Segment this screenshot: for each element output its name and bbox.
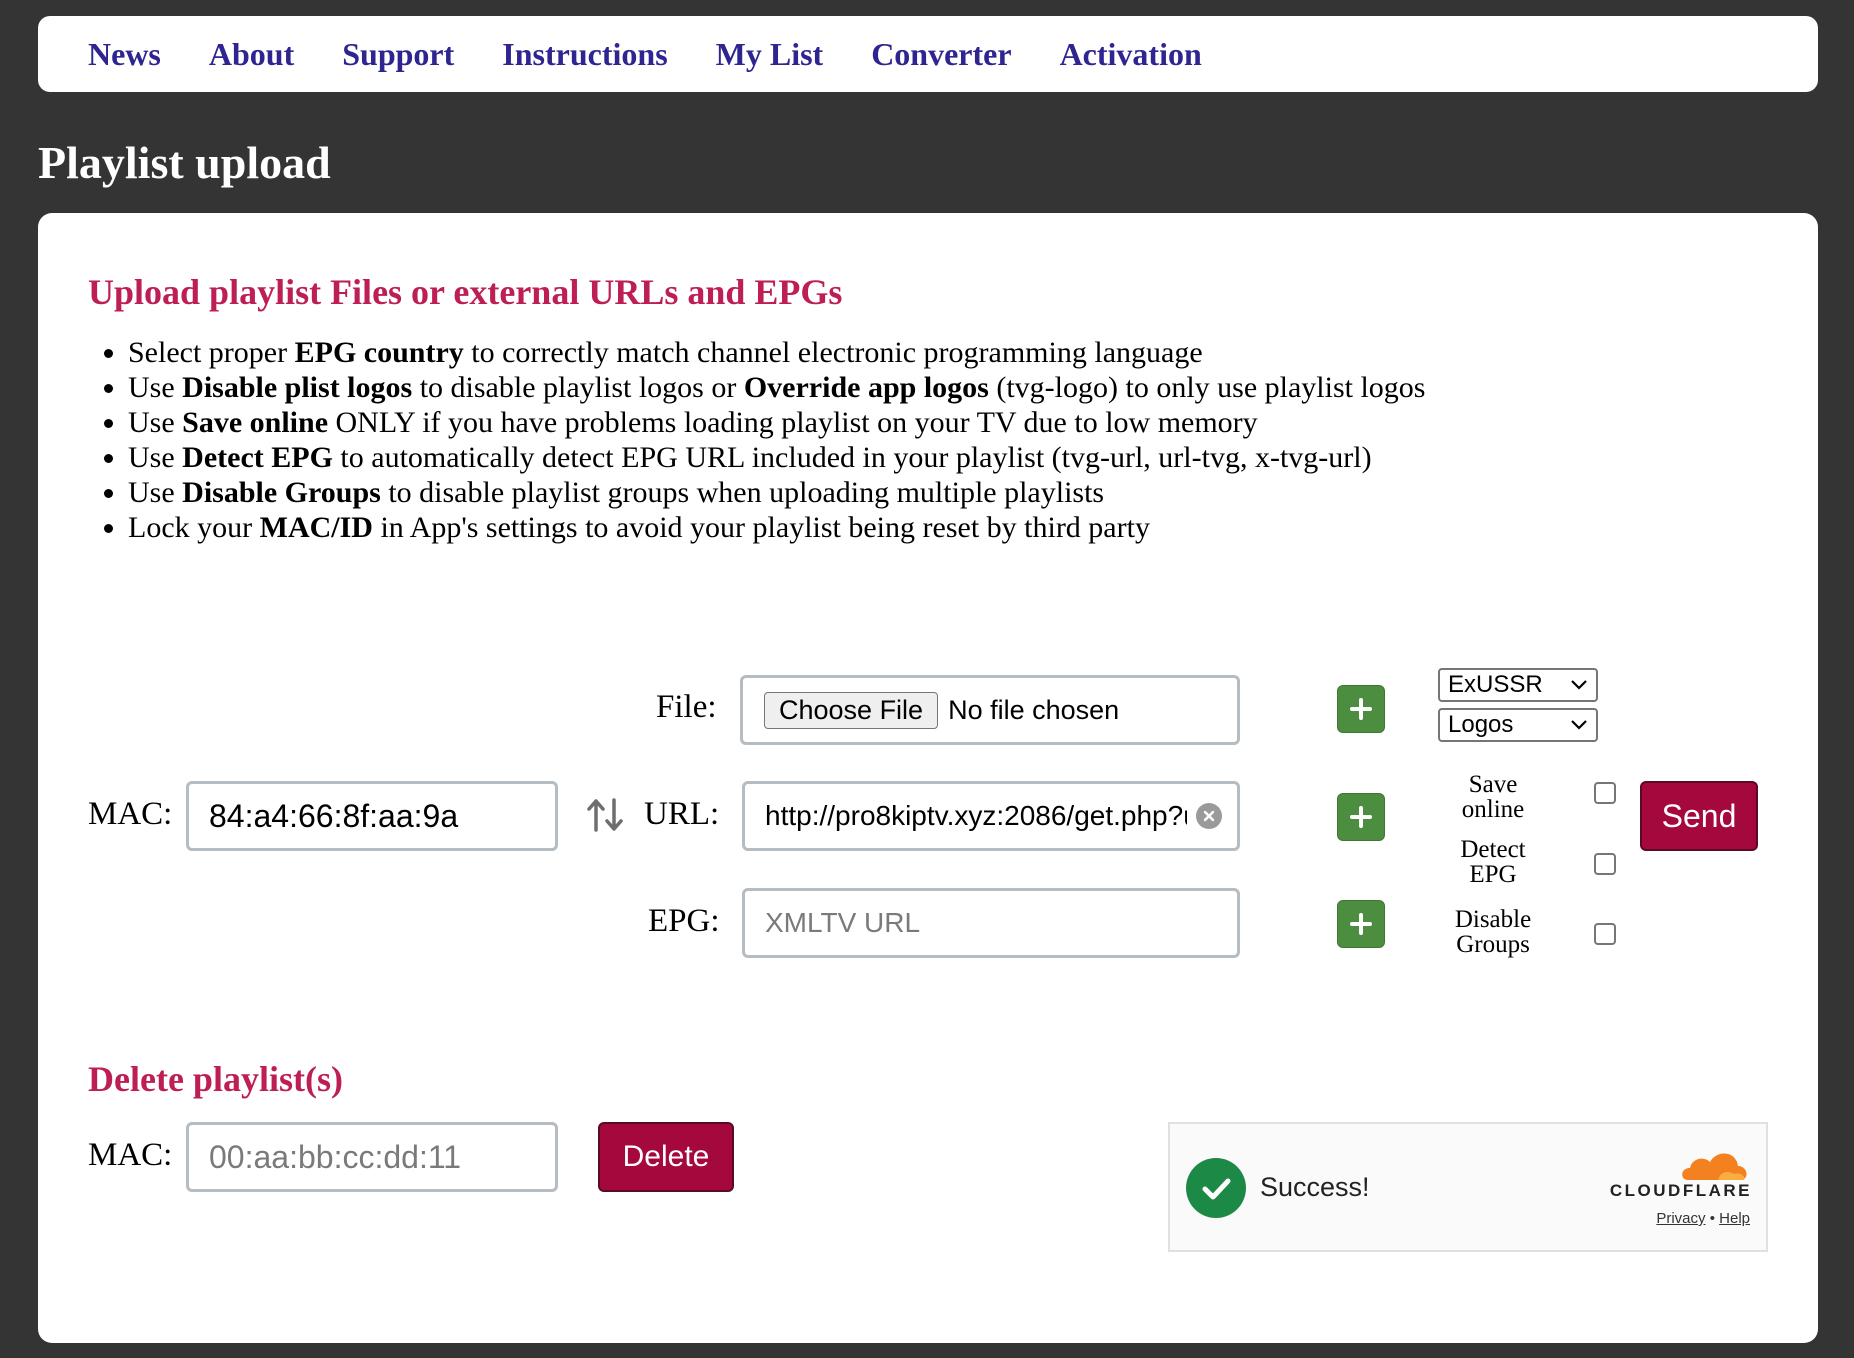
epg-input[interactable] [742,888,1240,958]
plus-icon [1350,806,1372,828]
disable-groups-label: Disable Groups [1454,906,1532,958]
cloudflare-captcha: Success! CLOUDFLARE Privacy • Help [1168,1122,1768,1252]
add-file-button[interactable] [1337,685,1385,733]
add-url-button[interactable] [1337,793,1385,841]
tip-item: Lock your MAC/ID in App's settings to av… [128,510,1425,545]
tip-item: Select proper EPG country to correctly m… [128,335,1425,370]
detect-epg-checkbox[interactable] [1594,853,1616,875]
chevron-down-icon [1571,680,1587,690]
choose-file-button[interactable]: Choose File [764,691,939,729]
nav-converter[interactable]: Converter [871,36,1011,73]
cloudflare-logo-icon [1682,1153,1747,1180]
swap-icon[interactable] [584,797,626,833]
mac-input[interactable] [186,781,558,851]
tip-item: Use Detect EPG to automatically detect E… [128,440,1425,475]
top-nav: News About Support Instructions My List … [38,16,1818,92]
epg-label: EPG: [648,903,720,939]
save-online-label: Save online [1461,771,1525,823]
cloudflare-brand: CLOUDFLARE [1609,1181,1752,1200]
nav-news[interactable]: News [88,36,161,73]
url-label: URL: [644,796,720,832]
upload-heading: Upload playlist Files or external URLs a… [88,272,843,312]
plus-icon [1350,913,1372,935]
privacy-link[interactable]: Privacy [1656,1210,1705,1227]
logos-value: Logos [1448,711,1514,738]
epg-country-value: ExUSSR [1448,671,1543,698]
delete-mac-label: MAC: [88,1137,173,1173]
epg-country-select[interactable]: ExUSSR [1438,668,1598,702]
tip-item: Use Save online ONLY if you have problem… [128,405,1425,440]
detect-epg-label: Detect EPG [1460,836,1526,888]
file-picker[interactable]: Choose File No file chosen [740,675,1240,745]
chevron-down-icon [1571,720,1587,730]
url-input[interactable] [742,781,1240,851]
plus-icon [1350,698,1372,720]
save-online-checkbox[interactable] [1594,782,1616,804]
success-check-icon [1186,1158,1246,1218]
send-button[interactable]: Send [1640,781,1758,851]
tip-item: Use Disable Groups to disable playlist g… [128,475,1425,510]
logos-select[interactable]: Logos [1438,708,1598,742]
captcha-links: Privacy • Help [1656,1210,1750,1227]
tips-list: Select proper EPG country to correctly m… [88,335,1425,545]
main-card: Upload playlist Files or external URLs a… [38,213,1818,1343]
delete-mac-input[interactable] [186,1122,558,1192]
nav-about[interactable]: About [209,36,294,73]
page-title: Playlist upload [38,137,331,188]
captcha-status: Success! [1260,1172,1370,1202]
nav-my-list[interactable]: My List [716,36,824,73]
close-icon [1203,810,1215,822]
file-label: File: [656,689,717,725]
nav-activation[interactable]: Activation [1060,36,1202,73]
mac-label: MAC: [88,796,173,832]
tip-item: Use Disable plist logos to disable playl… [128,370,1425,405]
nav-instructions[interactable]: Instructions [502,36,667,73]
delete-heading: Delete playlist(s) [88,1059,343,1099]
link-separator: • [1709,1210,1715,1227]
add-epg-button[interactable] [1337,900,1385,948]
delete-button[interactable]: Delete [598,1122,734,1192]
disable-groups-checkbox[interactable] [1594,923,1616,945]
clear-url-button[interactable] [1196,803,1222,829]
help-link[interactable]: Help [1719,1210,1750,1227]
nav-support[interactable]: Support [342,36,454,73]
no-file-text: No file chosen [948,694,1120,725]
